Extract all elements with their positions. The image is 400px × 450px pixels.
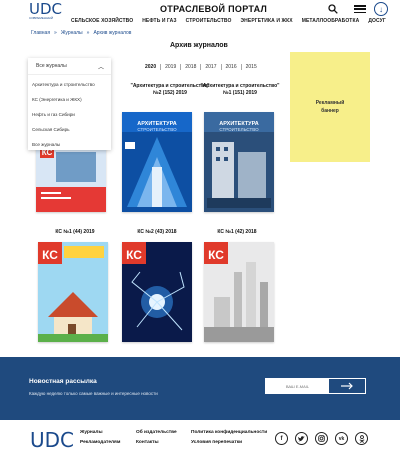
site-header: UDC СОВРЕМЕННЫЙ ОТРАСЛЕВОЙ ПОРТАЛ ↓ СЕЛЬ… bbox=[0, 0, 400, 30]
nav-construction[interactable]: СТРОИТЕЛЬСТВО bbox=[186, 18, 232, 24]
dropdown-option[interactable]: Сельская Сибирь bbox=[28, 122, 111, 137]
footer-link-contacts[interactable]: Контакты bbox=[136, 438, 177, 448]
tab-year-2017[interactable]: 2017 bbox=[201, 64, 222, 70]
breadcrumb-separator: » bbox=[86, 30, 90, 36]
footer-link-journals[interactable]: Журналы bbox=[80, 428, 120, 438]
ad-banner[interactable]: Рекламный баннер bbox=[290, 52, 370, 162]
footer-link-privacy[interactable]: Политика конфиденциальности bbox=[191, 428, 267, 438]
header-actions bbox=[328, 3, 366, 15]
chevron-up-icon: ︿ bbox=[97, 64, 104, 71]
newsletter-subtitle: Каждую неделю только самые важные и инте… bbox=[29, 391, 158, 396]
dropdown-option[interactable]: Архитектура и строительство bbox=[28, 77, 111, 92]
portal-title: ОТРАСЛЕВОЙ ПОРТАЛ bbox=[160, 4, 268, 14]
menu-icon[interactable] bbox=[354, 5, 366, 13]
facebook-icon[interactable]: f bbox=[275, 432, 288, 445]
footer-column: Политика конфиденциальности Условия пере… bbox=[191, 428, 267, 448]
magazine-cover[interactable]: КС bbox=[204, 242, 274, 342]
footer-link-reprint[interactable]: Условия перепечатки bbox=[191, 438, 267, 448]
newsletter-section: Новостная рассылка Каждую неделю только … bbox=[0, 357, 400, 420]
dropdown-option[interactable]: Нефть и газ Сибири bbox=[28, 107, 111, 122]
dropdown-option[interactable]: КС (Энергетика и ЖКХ) bbox=[28, 92, 111, 107]
breadcrumb-home[interactable]: Главная bbox=[31, 30, 50, 36]
magazine-title[interactable]: "Архитектура и строительство" №1 (151) 2… bbox=[200, 83, 280, 97]
magazine-title[interactable]: КС №2 (43) 2018 bbox=[127, 229, 187, 236]
logo-text: UDC bbox=[29, 0, 63, 18]
dropdown-option[interactable]: Все журналы bbox=[28, 137, 111, 152]
banner-line-2: баннер bbox=[321, 108, 339, 114]
tab-year-2020[interactable]: 2020 bbox=[141, 64, 162, 70]
dropdown-options: Архитектура и строительство КС (Энергети… bbox=[28, 75, 111, 152]
twitter-icon[interactable] bbox=[295, 432, 308, 445]
svg-text:СТРОИТЕЛЬСТВО: СТРОИТЕЛЬСТВО bbox=[219, 127, 259, 132]
journal-filter-dropdown[interactable]: Все журналы ︿ Архитектура и строительств… bbox=[28, 58, 111, 150]
dropdown-toggle[interactable]: Все журналы ︿ bbox=[28, 58, 111, 75]
magazine-title[interactable]: "Архитектура и строительство" №2 (152) 2… bbox=[130, 83, 210, 97]
magazine-cover[interactable]: АРХИТЕКТУРА СТРОИТЕЛЬСТВО bbox=[122, 112, 192, 212]
banner-line-1: Рекламный bbox=[315, 100, 345, 106]
odnoklassniki-icon[interactable] bbox=[355, 432, 368, 445]
breadcrumb: Главная » Журналы » Архив журналов bbox=[31, 30, 131, 36]
footer-link-about[interactable]: Об издательстве bbox=[136, 428, 177, 438]
dropdown-selected: Все журналы bbox=[36, 63, 67, 69]
newsletter-title: Новостная рассылка bbox=[29, 378, 97, 385]
nav-metalworking[interactable]: МЕТАЛЛООБРАБОТКА bbox=[302, 18, 360, 24]
tab-year-2015[interactable]: 2015 bbox=[242, 64, 261, 70]
tab-year-2016[interactable]: 2016 bbox=[222, 64, 242, 70]
footer-logo[interactable]: UDC bbox=[30, 428, 74, 450]
magazine-cover[interactable]: КС bbox=[38, 242, 108, 342]
svg-text:СТРОИТЕЛЬСТВО: СТРОИТЕЛЬСТВО bbox=[137, 127, 177, 132]
footer-logo-text: UDC bbox=[30, 428, 75, 450]
arrow-right-icon bbox=[341, 382, 353, 390]
magazine-title[interactable]: КС №1 (44) 2019 bbox=[45, 229, 105, 236]
svg-text:КС: КС bbox=[126, 248, 142, 262]
nav-agriculture[interactable]: СЕЛЬСКОЕ ХОЗЯЙСТВО bbox=[71, 18, 133, 24]
search-icon[interactable] bbox=[328, 4, 338, 14]
footer-column: Об издательстве Контакты bbox=[136, 428, 177, 448]
vk-icon[interactable]: vk bbox=[335, 432, 348, 445]
social-links: f vk bbox=[275, 432, 368, 445]
main-nav: СЕЛЬСКОЕ ХОЗЯЙСТВО НЕФТЬ И ГАЗ СТРОИТЕЛЬ… bbox=[71, 18, 386, 24]
download-icon[interactable]: ↓ bbox=[374, 2, 388, 16]
subscribe-button[interactable] bbox=[328, 378, 366, 394]
footer-link-advertisers[interactable]: Рекламодателям bbox=[80, 438, 120, 448]
year-tabs: 2020 2019 2018 2017 2016 2015 bbox=[141, 64, 261, 70]
tab-year-2019[interactable]: 2019 bbox=[161, 64, 182, 70]
nav-oil-gas[interactable]: НЕФТЬ И ГАЗ bbox=[142, 18, 176, 24]
magazine-cover[interactable]: КС bbox=[122, 242, 192, 342]
breadcrumb-separator: » bbox=[54, 30, 57, 36]
nav-energy[interactable]: ЭНЕРГЕТИКА И ЖКХ bbox=[241, 18, 293, 24]
email-field[interactable] bbox=[265, 378, 330, 394]
instagram-icon[interactable] bbox=[315, 432, 328, 445]
svg-text:КС: КС bbox=[208, 248, 224, 262]
magazine-cover[interactable]: АРХИТЕКТУРА СТРОИТЕЛЬСТВО bbox=[204, 112, 274, 212]
tab-year-2018[interactable]: 2018 bbox=[181, 64, 202, 70]
svg-text:КС: КС bbox=[42, 248, 58, 262]
breadcrumb-journals[interactable]: Журналы bbox=[61, 30, 83, 36]
footer-column: Журналы Рекламодателям bbox=[80, 428, 120, 448]
udc-logo[interactable]: UDC СОВРЕМЕННЫЙ bbox=[29, 2, 63, 28]
nav-leisure[interactable]: ДОСУГ bbox=[368, 18, 385, 24]
page-title: Архив журналов bbox=[170, 42, 228, 49]
magazine-title[interactable]: КС №1 (42) 2018 bbox=[207, 229, 267, 236]
breadcrumb-current: Архив журналов bbox=[93, 30, 132, 36]
